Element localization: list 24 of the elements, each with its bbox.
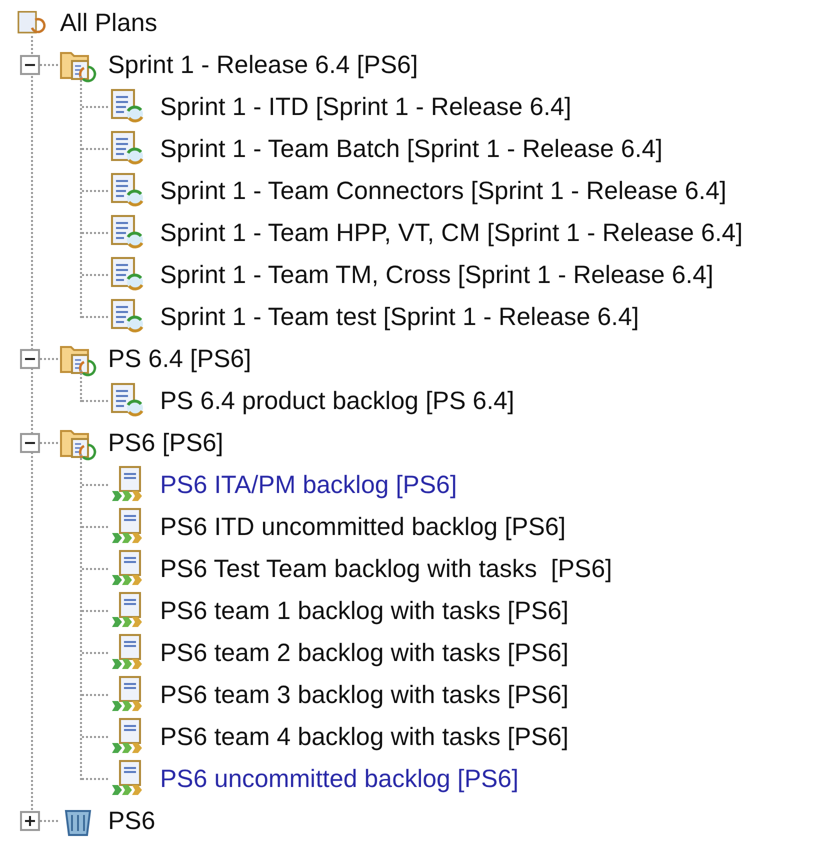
tree-item-label[interactable]: PS6 (108, 806, 156, 836)
tree-item-label[interactable]: PS 6.4 product backlog [PS 6.4] (160, 386, 514, 416)
tree-item-label[interactable]: Sprint 1 - Team Connectors [Sprint 1 - Release 6.4] (160, 176, 726, 206)
tree-item-label[interactable]: Sprint 1 - Release 6.4 [PS6] (108, 50, 418, 80)
tree-item-label[interactable]: Sprint 1 - Team TM, Cross [Sprint 1 - Release 6.4] (160, 260, 714, 290)
tree-item-label[interactable]: Sprint 1 - Team Batch [Sprint 1 - Release 6.4] (160, 134, 663, 164)
tree-item-label[interactable]: PS6 Test Team backlog with tasks [PS6] (160, 554, 612, 584)
tree-item-label[interactable]: PS6 team 4 backlog with tasks [PS6] (160, 722, 569, 752)
tree-item-label[interactable]: PS6 [PS6] (108, 428, 224, 458)
tree-item-label[interactable]: PS6 uncommitted backlog [PS6] (160, 764, 519, 794)
tree-item-label[interactable]: Sprint 1 - ITD [Sprint 1 - Release 6.4] (160, 92, 572, 122)
tree-item-label[interactable]: All Plans (60, 8, 158, 38)
tree-item-label[interactable]: PS6 ITD uncommitted backlog [PS6] (160, 512, 566, 542)
tree-item-label[interactable]: PS6 team 2 backlog with tasks [PS6] (160, 638, 569, 668)
collapse-toggle[interactable] (20, 349, 40, 369)
tree-item-label[interactable]: PS6 team 3 backlog with tasks [PS6] (160, 680, 569, 710)
tree-item-label[interactable]: PS6 ITA/PM backlog [PS6] (160, 470, 457, 500)
collapse-toggle[interactable] (20, 433, 40, 453)
collapse-toggle[interactable] (20, 55, 40, 75)
tree-item-label[interactable]: PS 6.4 [PS6] (108, 344, 252, 374)
tree-item-label[interactable]: PS6 team 1 backlog with tasks [PS6] (160, 596, 569, 626)
tree-item-label[interactable]: Sprint 1 - Team HPP, VT, CM [Sprint 1 - Release 6.4] (160, 218, 743, 248)
expand-toggle[interactable] (20, 811, 40, 831)
tree-item-label[interactable]: Sprint 1 - Team test [Sprint 1 - Release 6.4] (160, 302, 639, 332)
